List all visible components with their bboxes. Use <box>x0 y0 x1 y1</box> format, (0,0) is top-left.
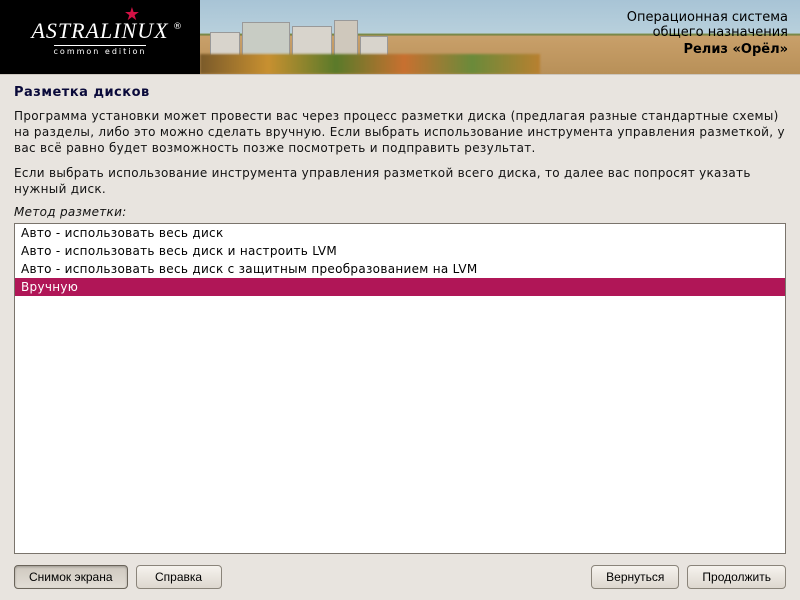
partition-option-1[interactable]: Авто - использовать весь диск и настроит… <box>15 242 785 260</box>
logo-sub: common edition <box>54 45 147 56</box>
description-2: Если выбрать использование инструмента у… <box>14 165 786 197</box>
header-line3: Релиз «Орёл» <box>627 42 788 57</box>
logo-main: ASTRALINUX <box>31 18 168 44</box>
partition-method-list[interactable]: Авто - использовать весь дискАвто - испо… <box>14 223 786 554</box>
header-line2: общего назначения <box>627 25 788 40</box>
screenshot-button[interactable]: Снимок экрана <box>14 565 128 589</box>
description-1: Программа установки может провести вас ч… <box>14 108 786 157</box>
footer-buttons: Снимок экрана Справка Вернуться Продолжи… <box>0 554 800 600</box>
continue-button[interactable]: Продолжить <box>687 565 786 589</box>
page-title: Разметка дисков <box>14 85 786 100</box>
partition-option-0[interactable]: Авто - использовать весь диск <box>15 224 785 242</box>
back-button[interactable]: Вернуться <box>591 565 679 589</box>
star-icon: ★ <box>124 4 140 25</box>
logo: ★ ® ASTRALINUX common edition <box>0 0 200 74</box>
header-line1: Операционная система <box>627 10 788 25</box>
header-banner: ★ ® ASTRALINUX common edition Операционн… <box>0 0 800 75</box>
header-text: Операционная система общего назначения Р… <box>627 10 788 57</box>
partition-option-2[interactable]: Авто - использовать весь диск с защитным… <box>15 260 785 278</box>
partition-option-3[interactable]: Вручную <box>15 278 785 296</box>
registered-icon: ® <box>173 22 182 32</box>
help-button[interactable]: Справка <box>136 565 222 589</box>
header-image: Операционная система общего назначения Р… <box>200 0 800 74</box>
method-label: Метод разметки: <box>14 205 786 219</box>
main-content: Разметка дисков Программа установки може… <box>0 75 800 554</box>
